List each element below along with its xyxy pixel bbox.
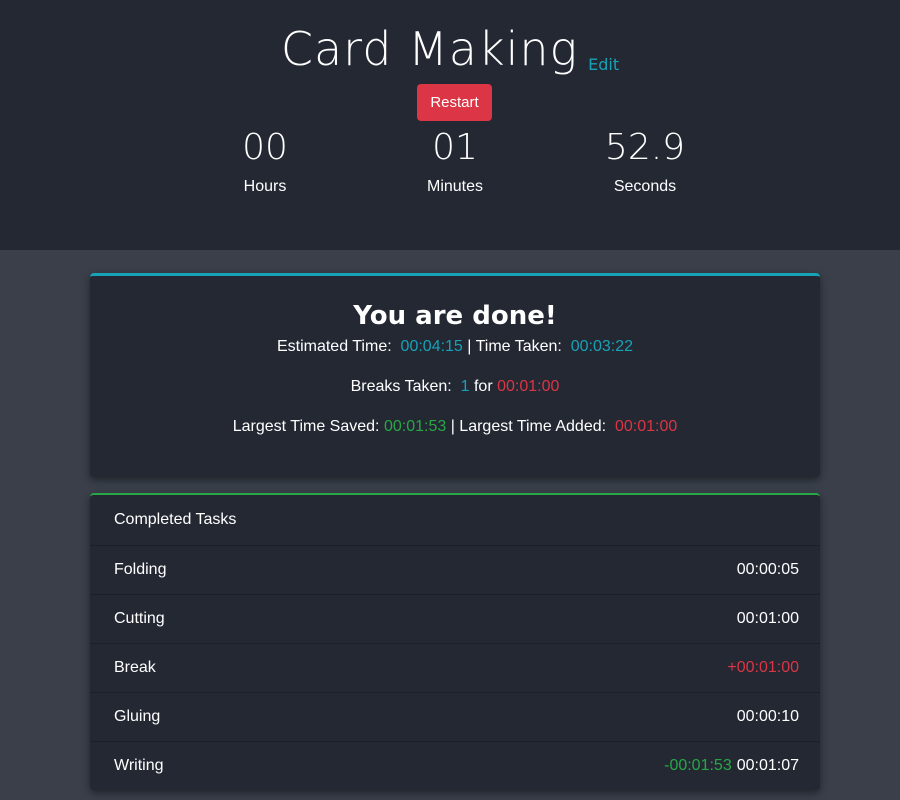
hours-label: Hours [243, 178, 287, 195]
task-name: Writing [114, 757, 164, 774]
taken-value: 00:03:22 [570, 338, 634, 355]
seconds-label: Seconds [613, 178, 677, 195]
task-time-group: +00:01:00 [727, 644, 799, 692]
time-summary-line: Estimated Time: 00:04:15 | Time Taken: 0… [90, 337, 820, 357]
separator: | [450, 418, 455, 435]
breaks-line: Breaks Taken: 1 for 00:01:00 [90, 377, 820, 397]
done-heading: You are done! [353, 301, 557, 331]
page-header: Card Making Edit Restart 00 Hours 01 Minu… [0, 0, 900, 250]
taken-label: Time Taken: [475, 338, 562, 355]
task-time-group: 00:00:05 [737, 546, 799, 594]
task-name: Break [114, 659, 156, 676]
task-time: 00:01:07 [736, 757, 799, 774]
task-delta: +00:01:00 [727, 659, 799, 676]
saved-value: 00:01:53 [383, 418, 447, 435]
task-time: 00:01:00 [736, 610, 799, 627]
hours-value: 00 [242, 127, 288, 168]
task-name: Gluing [114, 708, 161, 725]
task-row: Cutting 00:01:00 [90, 595, 820, 644]
largest-times-line: Largest Time Saved: 00:01:53 | Largest T… [90, 417, 820, 437]
task-row: Folding 00:00:05 [90, 546, 820, 595]
timer-minutes: 01 Minutes [385, 126, 525, 196]
seconds-value: 52.9 [604, 127, 686, 168]
task-name: Folding [114, 561, 167, 578]
task-row: Writing -00:01:53 00:01:07 [90, 742, 820, 790]
saved-label: Largest Time Saved: [232, 418, 380, 435]
breaks-label: Breaks Taken: [350, 378, 452, 395]
estimated-label: Estimated Time: [276, 338, 392, 355]
breaks-for: for [473, 378, 493, 395]
completed-tasks-card: Completed Tasks Folding 00:00:05 Cutting… [90, 493, 820, 790]
breaks-count: 1 [460, 378, 470, 395]
task-time: 00:00:10 [736, 708, 799, 725]
separator: | [467, 338, 472, 355]
task-name: Cutting [114, 610, 165, 627]
minutes-label: Minutes [426, 178, 484, 195]
timer-seconds: 52.9 Seconds [575, 126, 715, 196]
restart-button[interactable]: Restart [417, 84, 492, 121]
added-label: Largest Time Added: [459, 418, 607, 435]
page-title: Card Making [280, 22, 579, 76]
task-time-group: 00:00:10 [737, 693, 799, 741]
completed-tasks-header: Completed Tasks [90, 495, 820, 546]
edit-link[interactable]: Edit [588, 52, 619, 78]
minutes-value: 01 [432, 127, 478, 168]
timer-hours: 00 Hours [195, 126, 335, 196]
added-value: 00:01:00 [614, 418, 678, 435]
breaks-duration: 00:01:00 [497, 378, 560, 395]
task-time: 00:00:05 [736, 561, 799, 578]
task-delta: -00:01:53 [664, 757, 732, 774]
summary-card: You are done! Estimated Time: 00:04:15 |… [90, 273, 820, 477]
task-time-group: -00:01:53 00:01:07 [664, 742, 799, 790]
task-row: Gluing 00:00:10 [90, 693, 820, 742]
task-time-group: 00:01:00 [737, 595, 799, 643]
estimated-value: 00:04:15 [400, 338, 463, 355]
task-row: Break +00:01:00 [90, 644, 820, 693]
title-row: Card Making Edit [0, 20, 900, 78]
